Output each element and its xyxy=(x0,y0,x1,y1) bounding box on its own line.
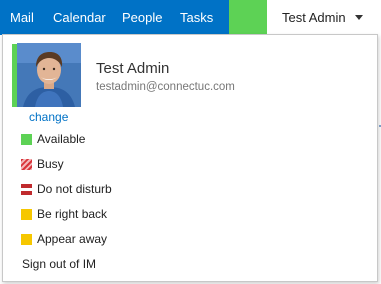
available-icon xyxy=(21,133,32,145)
status-label: Appear away xyxy=(37,232,108,246)
avatar-photo xyxy=(17,43,81,107)
nav-item-calendar[interactable]: Calendar xyxy=(53,10,106,25)
nav-item-mail[interactable]: Mail xyxy=(10,10,34,25)
status-label: Available xyxy=(37,132,86,146)
status-busy[interactable]: Busy xyxy=(21,156,64,172)
main-navigation: Mail Calendar People Tasks xyxy=(0,0,229,35)
status-label: Do not disturb xyxy=(37,182,112,196)
status-appear-away[interactable]: Appear away xyxy=(21,231,107,247)
appear-away-icon xyxy=(21,233,32,245)
profile-email: testadmin@connectuc.com xyxy=(96,81,235,93)
be-right-back-icon xyxy=(21,208,32,220)
status-label: Busy xyxy=(37,157,64,171)
nav-item-tasks[interactable]: Tasks xyxy=(180,10,213,25)
user-menu-button[interactable]: Test Admin xyxy=(267,0,381,35)
top-bar: Mail Calendar People Tasks Test Admin xyxy=(0,0,381,36)
avatar xyxy=(17,43,81,107)
presence-status-tile[interactable] xyxy=(229,0,267,35)
presence-dropdown: Test Admin testadmin@connectuc.com chang… xyxy=(2,34,378,282)
status-available[interactable]: Available xyxy=(21,131,85,147)
nav-item-people[interactable]: People xyxy=(122,10,162,25)
profile-name: Test Admin xyxy=(96,60,170,77)
sign-out-im-link[interactable]: Sign out of IM xyxy=(22,257,96,271)
change-photo-link[interactable]: change xyxy=(29,110,68,124)
do-not-disturb-icon xyxy=(21,183,32,195)
chevron-down-icon xyxy=(354,15,363,20)
status-be-right-back[interactable]: Be right back xyxy=(21,206,107,222)
status-label: Be right back xyxy=(37,207,108,221)
user-menu-name: Test Admin xyxy=(282,10,346,25)
busy-icon xyxy=(21,158,32,170)
status-do-not-disturb[interactable]: Do not disturb xyxy=(21,181,112,197)
